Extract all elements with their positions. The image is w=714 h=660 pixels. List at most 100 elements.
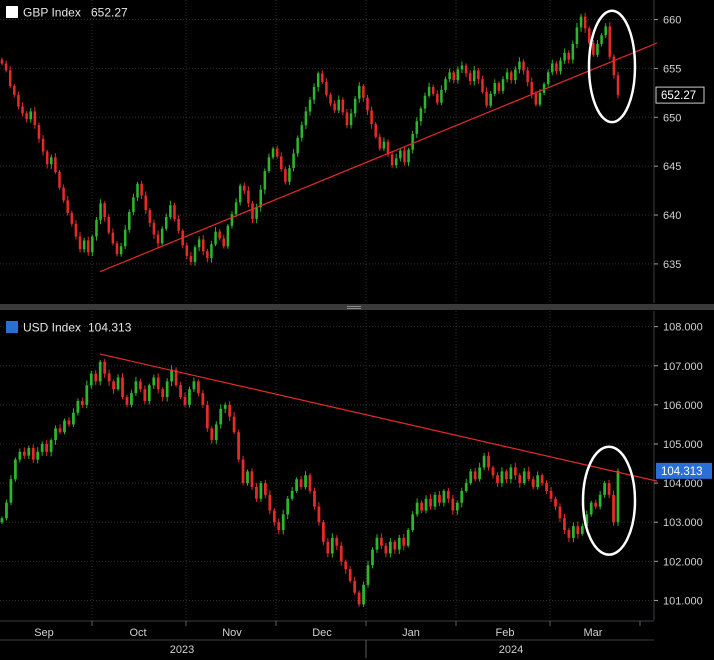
gbp-candle — [74, 223, 78, 237]
usd-tick-label: 108.000 — [663, 322, 703, 334]
usd-candle — [384, 545, 388, 554]
usd-candle — [478, 467, 482, 480]
gbp-candle — [448, 72, 451, 80]
gbp-candle — [169, 205, 172, 217]
usd-candle — [326, 541, 330, 554]
usd-candle — [598, 494, 602, 507]
gbp-candle — [123, 229, 127, 247]
gbp-candle — [91, 236, 94, 253]
gbp-tick-label: 640 — [663, 210, 681, 222]
usd-candle — [388, 541, 392, 554]
usd-candle — [487, 455, 490, 468]
gbp-candle — [115, 243, 119, 255]
gbp-candle — [288, 168, 291, 182]
gbp-candle — [374, 124, 377, 137]
gbp-candle — [164, 216, 168, 229]
usd-candle — [223, 404, 227, 409]
gbp-candle — [136, 183, 139, 198]
gbp-candle — [518, 61, 521, 70]
usd-candle — [464, 483, 468, 491]
gbp-candle — [337, 99, 341, 111]
usd-candle — [143, 389, 147, 401]
gbp-candle — [271, 148, 275, 158]
gbp-candle — [600, 35, 603, 44]
gbp-candle — [279, 156, 283, 170]
usd-candle — [469, 471, 473, 484]
gbp-candle — [29, 111, 33, 120]
usd-candle — [165, 381, 169, 398]
usd-candle — [107, 373, 111, 382]
usd-legend-swatch — [6, 321, 18, 333]
gbp-legend-swatch — [6, 6, 18, 18]
usd-candle — [98, 361, 102, 382]
usd-candle — [219, 408, 223, 425]
gbp-candle — [436, 93, 439, 103]
gbp-candle — [275, 148, 279, 157]
usd-candle — [536, 475, 540, 488]
usd-candle — [567, 530, 571, 538]
usd-candle — [446, 490, 450, 499]
usd-candle — [397, 537, 401, 550]
usd-candle — [205, 404, 209, 429]
usd-candle — [201, 393, 205, 405]
usd-tick-label: 105.000 — [663, 439, 703, 451]
gbp-candle — [8, 70, 12, 87]
usd-candle — [210, 428, 214, 441]
usd-candle — [393, 541, 397, 550]
gbp-candle — [587, 28, 591, 44]
usd-candle — [554, 498, 557, 507]
usd-legend: USD Index 104.313 — [6, 321, 132, 335]
gbp-candle — [25, 113, 28, 120]
gbp-candle — [140, 183, 143, 196]
gbp-candle — [58, 172, 61, 188]
usd-candle — [580, 526, 584, 534]
usd-candle — [455, 502, 459, 511]
gbp-candle — [345, 112, 349, 126]
x-month-label: Jan — [402, 627, 420, 639]
gbp-candle — [382, 141, 386, 149]
usd-candle — [322, 522, 325, 542]
gbp-candle — [234, 202, 238, 215]
usd-candle — [344, 561, 348, 570]
usd-last-price-tag: 104.313 — [656, 462, 712, 479]
usd-candle — [442, 490, 446, 503]
gbp-candle — [41, 138, 45, 152]
usd-candle — [545, 483, 548, 491]
usd-candle — [616, 470, 620, 523]
usd-candle — [63, 420, 66, 433]
usd-candle — [411, 514, 415, 531]
usd-candle — [335, 537, 339, 546]
gbp-candle — [197, 239, 201, 248]
usd-candle — [348, 569, 352, 581]
gbp-candle — [189, 256, 193, 262]
chart-root: 660 655 650 645 640 635 652.27 GBP Index 652.… — [0, 0, 714, 660]
usd-candle — [277, 522, 281, 531]
gbp-candle — [17, 94, 20, 107]
usd-candle — [170, 369, 174, 382]
usd-candle — [531, 479, 535, 488]
gbp-candle — [559, 60, 562, 72]
gbp-candle — [308, 99, 312, 112]
usd-candle — [121, 377, 124, 398]
usd-candle — [357, 592, 361, 605]
usd-candle — [518, 475, 522, 484]
gbp-candle — [460, 65, 464, 70]
gbp-candle — [485, 91, 488, 106]
usd-candle — [353, 580, 357, 593]
gbp-candle — [152, 222, 156, 235]
gbp-candle — [50, 157, 53, 165]
usd-candle — [339, 545, 343, 562]
usd-candle — [250, 471, 254, 488]
gbp-candle — [218, 231, 221, 239]
usd-candle — [491, 467, 495, 476]
gbp-candle — [567, 52, 570, 60]
gbp-candle — [452, 72, 456, 81]
usd-candle — [161, 389, 165, 398]
usd-last-price-label: 104.313 — [661, 466, 703, 478]
gbp-candle — [329, 94, 332, 104]
gbp-candle — [349, 113, 353, 126]
gbp-candle — [95, 219, 98, 237]
gbp-tick-label: 645 — [663, 161, 681, 173]
usd-candle — [549, 490, 553, 499]
gbp-candle — [538, 92, 542, 105]
